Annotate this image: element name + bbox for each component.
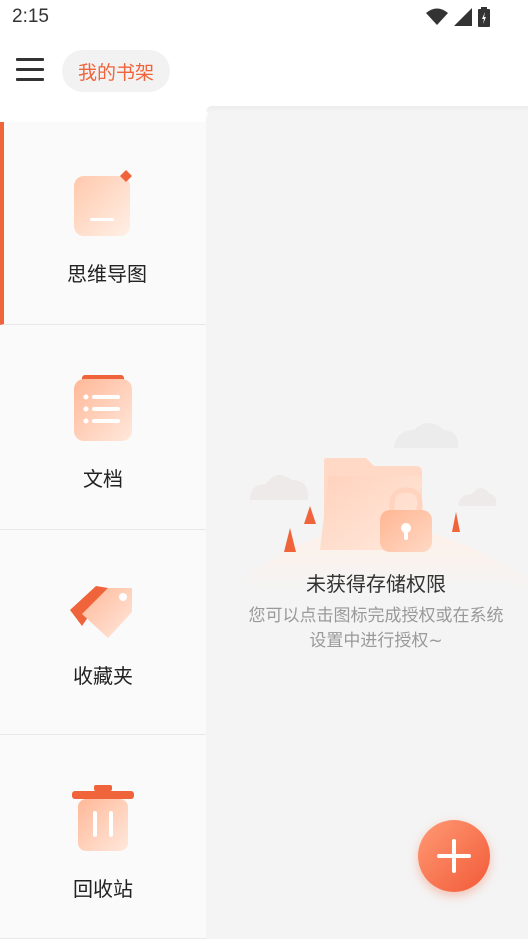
signal-icon bbox=[454, 8, 472, 26]
document-icon bbox=[74, 375, 132, 441]
sidebar-item-favorites[interactable]: 收藏夹 bbox=[0, 530, 206, 735]
sidebar-item-label: 收藏夹 bbox=[73, 664, 133, 688]
sidebar-item-documents[interactable]: 文档 bbox=[0, 325, 206, 530]
status-time: 2:15 bbox=[12, 6, 49, 27]
mindmap-icon bbox=[74, 170, 132, 236]
status-icons bbox=[426, 7, 490, 27]
menu-icon[interactable] bbox=[16, 56, 44, 84]
sidebar: 思维导图 文档 收藏夹 回收站 bbox=[0, 122, 206, 939]
locked-folder-icon[interactable] bbox=[210, 400, 528, 590]
sidebar-item-label: 回收站 bbox=[73, 877, 133, 901]
wifi-icon bbox=[426, 8, 448, 25]
sidebar-item-label: 思维导图 bbox=[67, 262, 147, 286]
empty-state-description-line: 您可以点击图标完成授权或在系统 bbox=[248, 606, 504, 626]
empty-state-description: 您可以点击图标完成授权或在系统 设置中进行授权~ bbox=[206, 604, 528, 654]
sidebar-item-mindmap[interactable]: 思维导图 bbox=[0, 122, 206, 325]
tag-icon bbox=[70, 586, 132, 638]
trash-icon bbox=[72, 785, 134, 851]
plus-icon bbox=[452, 839, 456, 873]
battery-icon bbox=[478, 7, 490, 27]
sidebar-item-trash[interactable]: 回收站 bbox=[0, 735, 206, 939]
empty-state-title: 未获得存储权限 bbox=[306, 572, 446, 596]
add-button[interactable] bbox=[418, 820, 490, 892]
status-bar: 2:15 bbox=[0, 0, 528, 36]
empty-state-description-line: 设置中进行授权~ bbox=[309, 631, 443, 651]
app-header: 我的书架 bbox=[0, 36, 528, 106]
sidebar-item-label: 文档 bbox=[83, 467, 123, 491]
page-title[interactable]: 我的书架 bbox=[62, 50, 171, 92]
